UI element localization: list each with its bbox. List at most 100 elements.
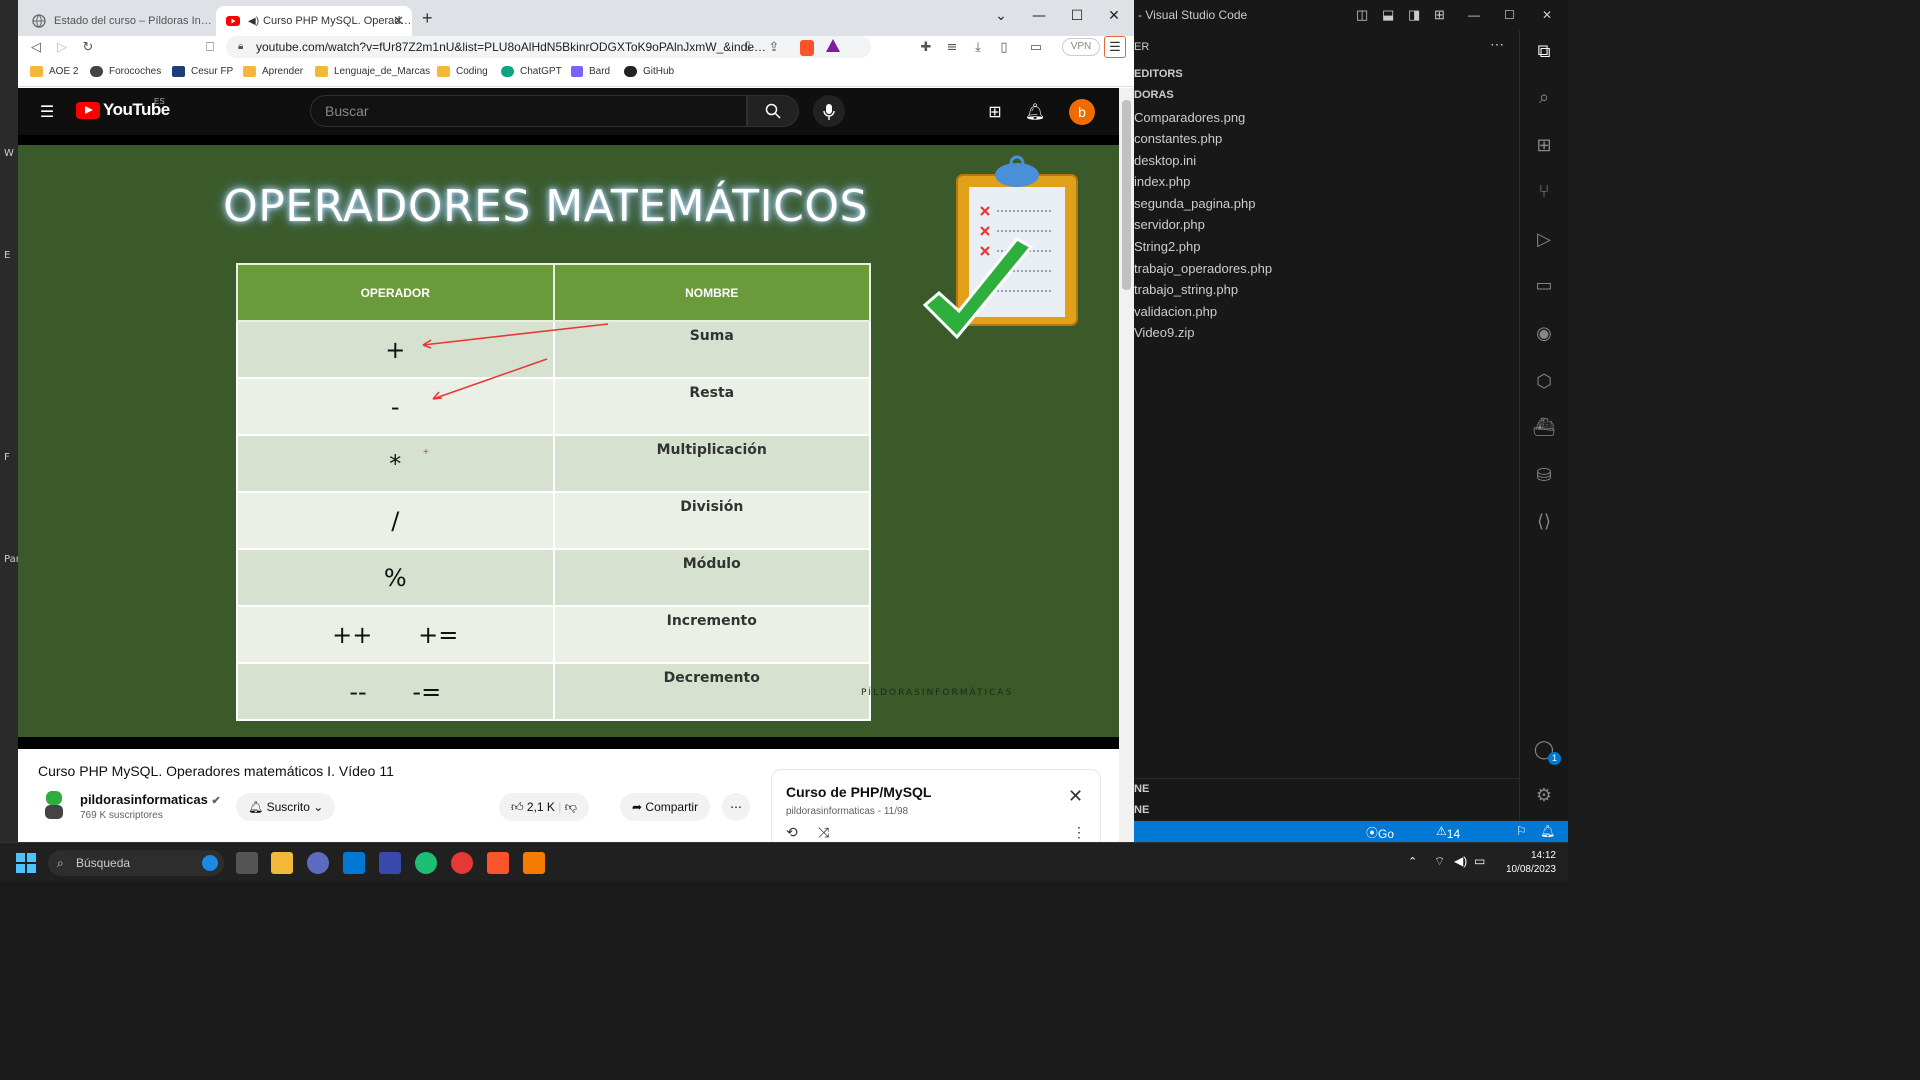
jetbrains-icon[interactable] [379, 852, 401, 874]
bookmark-item[interactable]: Aprender [243, 66, 303, 77]
spell-check-status[interactable]: ⚠ 14 Spell [1436, 824, 1473, 855]
playlist-more-icon[interactable]: ⋮ [1072, 824, 1086, 841]
voice-search-button[interactable] [813, 95, 845, 127]
share-button[interactable]: ➦ Compartir [620, 793, 711, 821]
menu-icon[interactable]: ☰ [1104, 36, 1126, 58]
xampp-icon[interactable] [523, 852, 545, 874]
hamburger-menu-icon[interactable]: ☰ [35, 100, 59, 124]
install-icon[interactable]: ⇩ [738, 38, 758, 58]
toggle-sidebar-icon[interactable]: ◫ [1356, 0, 1368, 30]
edge-icon[interactable] [415, 852, 437, 874]
reload-icon[interactable]: ↻ [78, 38, 98, 58]
file-item[interactable]: constantes.php [1134, 131, 1222, 146]
search-input[interactable]: Buscar [310, 95, 747, 127]
brave-shield-icon[interactable] [800, 40, 814, 56]
toggle-secondary-sidebar-icon[interactable]: ◨ [1408, 0, 1420, 30]
search-button[interactable] [747, 95, 799, 127]
extensions-icon[interactable]: ✚ [916, 38, 936, 58]
shuffle-icon[interactable]: ⤨ [818, 824, 829, 841]
go-live-button[interactable]: ⦿ Go Live [1366, 824, 1400, 855]
share-icon[interactable]: ⇪ [764, 38, 784, 58]
tab-youtube-video[interactable]: ◀) Curso PHP MySQL. Operadore ✕ [216, 6, 412, 36]
loop-icon[interactable]: ⟲ [786, 824, 798, 841]
customize-layout-icon[interactable]: ⊞ [1434, 0, 1445, 30]
wifi-icon[interactable]: ⌔ [1434, 854, 1445, 869]
new-tab-button[interactable]: + [422, 8, 433, 29]
vpn-button[interactable]: VPN [1062, 38, 1100, 56]
channel-avatar[interactable] [42, 791, 66, 819]
close-window-button[interactable]: ✕ [1542, 0, 1552, 30]
forward-icon[interactable]: ▷ [52, 38, 72, 58]
file-item[interactable]: index.php [1134, 174, 1190, 189]
app-icon[interactable] [307, 852, 329, 874]
file-item[interactable]: desktop.ini [1134, 153, 1196, 168]
minimize-button[interactable]: — [1021, 4, 1057, 28]
brave-rewards-icon[interactable] [826, 39, 840, 52]
file-explorer-icon[interactable] [271, 852, 293, 874]
video-player[interactable]: OPERADORES MATEMÁTICOS OPERADOR NOMBRE +… [18, 135, 1119, 749]
docker-icon[interactable]: ⛴ [1532, 416, 1556, 440]
file-item[interactable]: Video9.zip [1134, 325, 1194, 340]
explorer-icon[interactable]: ⧉ [1532, 40, 1556, 64]
source-control-icon[interactable]: ⑂ [1532, 180, 1556, 204]
bookmark-icon[interactable]: ⎕ [200, 38, 220, 58]
wallet-icon[interactable]: ▭ [1026, 38, 1046, 58]
show-hidden-icons-icon[interactable]: ⌃ [1408, 855, 1417, 868]
maximize-button[interactable]: ☐ [1059, 4, 1095, 28]
maximize-button[interactable]: ☐ [1504, 0, 1515, 30]
like-button[interactable]: 👍︎ 2,1 K | 👎︎ [499, 793, 589, 821]
testing-icon[interactable]: ⬡ [1532, 370, 1556, 394]
bookmark-item[interactable]: Bard [571, 66, 610, 77]
notifications-bell-icon[interactable]: 🔔︎ [1540, 824, 1555, 838]
volume-icon[interactable]: ◀) [1454, 854, 1467, 868]
timeline-section[interactable]: NE [1134, 804, 1149, 816]
back-icon[interactable]: ◁ [26, 38, 46, 58]
extensions-icon[interactable]: ⊞ [1532, 134, 1556, 158]
bookmark-item[interactable]: AOE 2 [30, 66, 78, 77]
tab-course-status[interactable]: Estado del curso – Píldoras Informátic [22, 6, 214, 36]
bookmark-item[interactable]: Cesur FP [172, 66, 233, 77]
github-icon[interactable]: ◉ [1532, 322, 1556, 346]
file-item[interactable]: servidor.php [1134, 217, 1205, 232]
settings-gear-icon[interactable]: ⚙ [1532, 784, 1556, 808]
notifications-bell-icon[interactable]: 🔔︎ [1023, 100, 1047, 124]
more-actions-button[interactable]: ⋯ [722, 793, 750, 821]
tab-search-chevron-icon[interactable]: ⌄ [983, 4, 1019, 28]
system-clock[interactable]: 14:12 10/08/2023 [1494, 849, 1556, 877]
battery-icon[interactable]: ▭ [1474, 854, 1485, 868]
outline-section[interactable]: NE [1134, 783, 1149, 795]
scrollbar-thumb[interactable] [1122, 100, 1131, 290]
create-video-icon[interactable]: ⊞ [983, 100, 1007, 124]
playlist-title[interactable]: Curso de PHP/MySQL [786, 784, 931, 800]
open-editors-section[interactable]: EDITORS [1134, 68, 1183, 80]
playlist-icon[interactable]: ≡ [942, 38, 962, 58]
subscribed-button[interactable]: 🔔︎ Suscrito ⌄ [236, 793, 336, 821]
bookmark-item[interactable]: Coding [437, 66, 488, 77]
bookmark-item[interactable]: Lenguaje_de_Marcas [315, 66, 430, 77]
close-window-button[interactable]: ✕ [1096, 4, 1132, 28]
avatar[interactable]: b [1069, 99, 1095, 125]
search-icon[interactable]: ⌕ [1532, 86, 1556, 110]
live-share-icon[interactable]: ⟨⟩ [1532, 510, 1556, 534]
brave-taskbar-icon[interactable] [487, 852, 509, 874]
run-debug-icon[interactable]: ▷ [1532, 228, 1556, 252]
file-item[interactable]: validacion.php [1134, 304, 1217, 319]
file-item[interactable]: segunda_pagina.php [1134, 196, 1255, 211]
file-item[interactable]: trabajo_string.php [1134, 282, 1238, 297]
downloads-icon[interactable]: ⤓ [968, 38, 988, 58]
vscode-taskbar-icon[interactable] [343, 852, 365, 874]
taskbar-search[interactable]: ⌕ Búsqueda [48, 850, 224, 876]
bookmark-item[interactable]: Forocoches [90, 66, 161, 77]
database-icon[interactable]: ⛁ [1532, 464, 1556, 488]
task-view-icon[interactable] [236, 852, 258, 874]
more-actions-icon[interactable]: ⋯ [1490, 36, 1504, 53]
page-scrollbar[interactable] [1119, 88, 1134, 842]
remote-explorer-icon[interactable]: ▭ [1532, 274, 1556, 298]
file-item[interactable]: String2.php [1134, 239, 1201, 254]
bookmark-item[interactable]: GitHub [624, 66, 674, 77]
file-item[interactable]: Comparadores.png [1134, 110, 1245, 125]
sidebar-icon[interactable]: ▯ [994, 38, 1014, 58]
toggle-panel-icon[interactable]: ⬓ [1382, 0, 1394, 30]
file-item[interactable]: trabajo_operadores.php [1134, 261, 1272, 276]
bookmark-item[interactable]: ChatGPT [501, 66, 562, 77]
